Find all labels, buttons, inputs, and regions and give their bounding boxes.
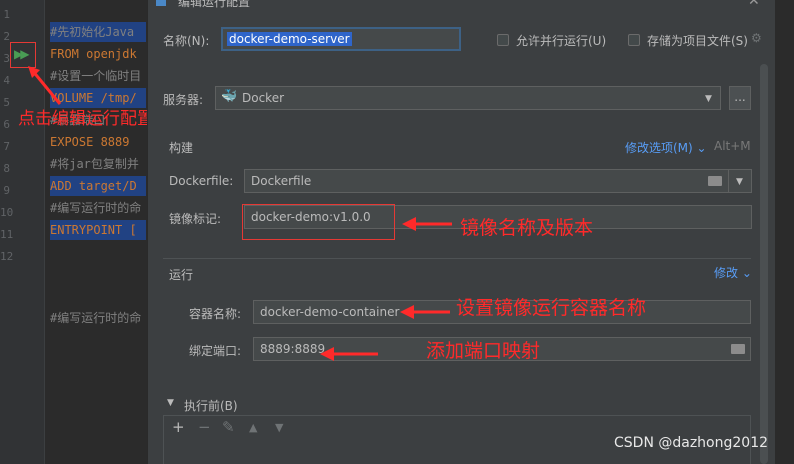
parallel-run-checkbox[interactable] — [497, 34, 509, 46]
code-text: FROM openjdk — [50, 47, 137, 61]
line-number: 7 — [3, 140, 10, 153]
folder-icon[interactable] — [731, 344, 745, 354]
annotation-port-mapping: 添加端口映射 — [426, 340, 541, 362]
dockerfile-divider — [728, 170, 729, 192]
code-text: EXPOSE 8889 — [50, 135, 130, 149]
line-number: 8 — [3, 162, 10, 175]
code-line: ADD target/D — [50, 176, 146, 196]
line-number: 11 — [0, 228, 14, 241]
remove-icon[interactable]: − — [198, 418, 211, 436]
dialog-titlebar: 编辑运行配置 ✕ — [148, 0, 775, 10]
dialog-title: 编辑运行配置 — [178, 0, 251, 9]
watermark: CSDN @dazhong2012 — [614, 435, 769, 451]
line-number: 2 — [3, 30, 10, 43]
code-line: EXPOSE 8889 — [50, 132, 146, 152]
annotation-arrow-container — [400, 305, 450, 319]
line-number: 1 — [3, 8, 10, 21]
code-line: #将jar包复制并 — [50, 154, 146, 174]
build-section-title: 构建 — [169, 141, 194, 155]
modify-link-label: 修改 — [714, 266, 739, 280]
code-text: ENTRYPOINT [ — [50, 223, 137, 237]
line-number: 4 — [3, 74, 10, 87]
code-text: #将jar包复制并 — [50, 157, 139, 171]
modify-link[interactable]: 修改 ⌄ — [714, 264, 752, 281]
parallel-run-label: 允许并行运行(U) — [516, 34, 607, 48]
dialog-scrollbar[interactable] — [760, 64, 768, 464]
move-down-icon[interactable]: ▼ — [275, 421, 283, 434]
code-text: #先初始化Java — [50, 25, 135, 39]
name-input-value: docker-demo-server — [227, 32, 352, 46]
annotation-run-config: 点击编辑运行配置 — [18, 109, 154, 129]
modify-options-shortcut: Alt+M — [714, 139, 751, 153]
code-line: #先初始化Java — [50, 22, 146, 42]
store-project-label: 存储为项目文件(S) — [647, 34, 748, 48]
store-project-checkbox[interactable] — [628, 34, 640, 46]
annotation-arrow-port — [320, 347, 378, 361]
line-number: 12 — [0, 250, 14, 263]
annotation-arrow-run — [28, 66, 62, 105]
edit-icon[interactable]: ✎ — [222, 418, 235, 436]
annotation-container-name: 设置镜像运行容器名称 — [456, 297, 647, 319]
image-tag-label: 镜像标记: — [169, 212, 222, 226]
triangle-down-icon[interactable]: ▼ — [167, 398, 174, 408]
dockerfile-input-value: Dockerfile — [251, 174, 312, 188]
modify-options-label: 修改选项(M) — [625, 141, 693, 155]
server-label: 服务器: — [163, 93, 204, 107]
before-launch-title[interactable]: 执行前(B) — [184, 397, 238, 414]
annotation-arrow-image — [402, 217, 452, 231]
code-line: ENTRYPOINT [ — [50, 220, 146, 240]
chevron-down-icon: ▼ — [705, 94, 712, 104]
code-text: ADD target/D — [50, 179, 137, 193]
gear-icon[interactable]: ⚙ — [751, 31, 762, 45]
code-text: #编写运行时的命 — [50, 201, 142, 215]
container-name-input-value: docker-demo-container — [260, 305, 400, 319]
code-line: #编写运行时的命 — [50, 198, 146, 218]
move-up-icon[interactable]: ▲ — [249, 421, 257, 434]
line-number: 5 — [3, 96, 10, 109]
code-text: #编写运行时的命 — [50, 311, 142, 325]
right-editor-strip — [775, 0, 794, 464]
run-section-title: 运行 — [169, 268, 194, 282]
modify-options-link[interactable]: 修改选项(M) ⌄ — [625, 139, 707, 156]
annotation-image-name: 镜像名称及版本 — [460, 217, 594, 239]
line-number: 3 — [3, 52, 10, 65]
name-label: 名称(N): — [163, 34, 210, 48]
folder-icon[interactable] — [708, 176, 722, 186]
name-input[interactable]: docker-demo-server — [221, 27, 461, 51]
line-number: 10 — [0, 206, 14, 219]
line-number: 6 — [3, 118, 10, 131]
server-select[interactable]: Docker — [215, 86, 721, 110]
line-number: 9 — [3, 184, 10, 197]
port-binding-input-value: 8889:8889 — [260, 342, 326, 356]
dialog-app-icon — [156, 0, 166, 6]
docker-whale-icon: 🐳 — [221, 89, 238, 104]
server-select-value: Docker — [242, 91, 285, 105]
server-more-button[interactable]: ... — [729, 86, 751, 110]
code-line: #设置一个临时目 — [50, 66, 146, 86]
image-tag-highlight-box — [242, 204, 395, 240]
run-config-icon[interactable]: ▶▶ — [14, 47, 30, 61]
add-icon[interactable]: + — [172, 418, 185, 436]
container-name-label: 容器名称: — [189, 307, 242, 321]
dockerfile-label: Dockerfile: — [169, 174, 234, 188]
port-binding-label: 绑定端口: — [189, 344, 242, 358]
code-line: FROM openjdk — [50, 44, 146, 64]
section-divider — [163, 258, 751, 259]
dockerfile-input[interactable]: Dockerfile — [244, 169, 752, 193]
chevron-down-icon[interactable]: ▼ — [736, 177, 743, 187]
code-line: #编写运行时的命 — [50, 308, 146, 328]
close-icon[interactable]: ✕ — [748, 0, 760, 9]
